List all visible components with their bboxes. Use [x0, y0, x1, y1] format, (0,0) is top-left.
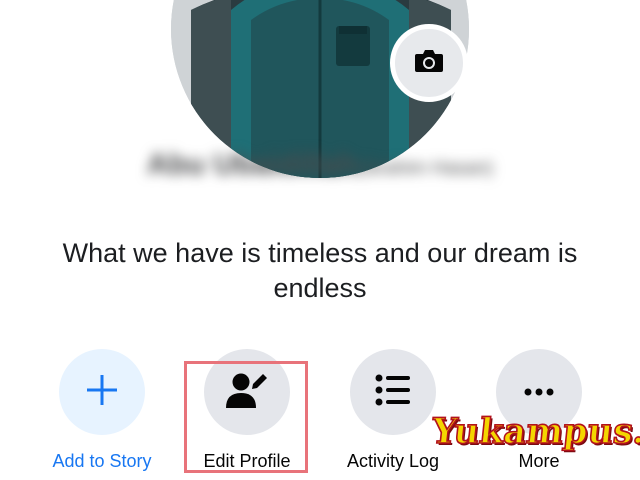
watermark: Yukampus.com [429, 410, 640, 453]
edit-profile-highlight [184, 361, 308, 473]
add-to-story-circle[interactable] [59, 349, 145, 435]
profile-bio: What we have is timeless and our dream i… [62, 238, 578, 303]
add-to-story-label: Add to Story [52, 451, 152, 471]
more-label: More [518, 451, 560, 471]
list-icon [375, 374, 411, 411]
change-photo-button[interactable] [390, 24, 468, 102]
activity-log-label: Activity Log [346, 451, 440, 471]
add-to-story-button[interactable]: Add to Story [27, 349, 177, 472]
profile-name-suffix: (Ibrahim Hasan) [356, 158, 494, 179]
more-dots-icon [524, 383, 554, 401]
activity-log-circle[interactable] [350, 349, 436, 435]
profile-name: Abu Ubaidillah(Ibrahim Hasan) [0, 148, 640, 182]
camera-icon [414, 49, 444, 78]
profile-name-main: Abu Ubaidillah [146, 148, 357, 181]
plus-icon [85, 373, 119, 412]
